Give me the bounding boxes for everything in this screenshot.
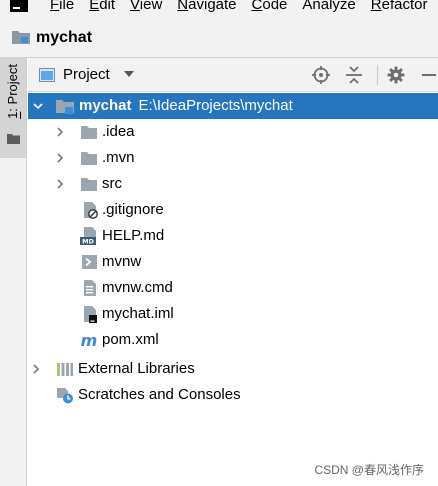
menu-navigate[interactable]: Navigate (177, 0, 236, 14)
svg-text:m: m (81, 331, 98, 349)
svg-text:MD: MD (82, 238, 94, 245)
tree-item-label: External Libraries (78, 360, 195, 377)
chevron-right-icon[interactable] (55, 179, 65, 189)
markdown-file-icon: MD (80, 227, 96, 245)
menu-items: File Edit View Navigate Code Analyze Ref… (50, 0, 438, 14)
tree-item-help-md[interactable]: MD HELP.md (28, 223, 438, 249)
tree-root-name: mychat (79, 97, 132, 114)
folder-icon (81, 126, 97, 139)
tree-item-label: mychat.iml (102, 305, 174, 322)
gear-icon[interactable] (387, 66, 405, 84)
locate-file-icon[interactable] (312, 66, 330, 84)
tree-item-gitignore[interactable]: .gitignore (28, 197, 438, 223)
ignore-file-icon (84, 202, 98, 219)
tree-item-label: .mvn (102, 149, 135, 166)
intellij-logo-icon (10, 0, 28, 12)
tree-item-pom-xml[interactable]: m pom.xml (28, 327, 438, 353)
tree-item-external-libraries[interactable]: External Libraries (28, 356, 438, 382)
tree-item-label: HELP.md (102, 227, 165, 244)
tree-item-label: .gitignore (102, 201, 164, 218)
folder-icon (81, 152, 97, 165)
tree-item-label: mvnw.cmd (102, 279, 173, 296)
chevron-down-icon[interactable] (124, 71, 134, 78)
tree-root-row[interactable]: mychat E:\IdeaProjects\mychat (28, 93, 438, 119)
left-tool-strip: 1: Project (0, 58, 27, 486)
folder-icon (7, 134, 20, 144)
header-separator (377, 65, 378, 85)
tree-item-label: Scratches and Consoles (78, 386, 241, 403)
menu-file[interactable]: File (50, 0, 74, 14)
maven-icon: m (81, 331, 98, 349)
watermark: CSDN @春风浅作序 (314, 463, 424, 477)
project-panel-header: Project (28, 58, 438, 92)
hide-panel-icon[interactable] (420, 66, 438, 84)
chevron-right-icon[interactable] (55, 153, 65, 163)
collapse-all-icon[interactable] (345, 66, 363, 84)
tree-item-mychat-iml[interactable]: mychat.iml (28, 301, 438, 327)
tree-root-path: E:\IdeaProjects\mychat (138, 97, 293, 114)
chevron-down-icon[interactable] (33, 101, 43, 111)
tree-item-mvn[interactable]: .mvn (28, 145, 438, 171)
navigation-bar: mychat (0, 16, 438, 58)
tree-item-idea[interactable]: .idea (28, 119, 438, 145)
project-view-selector[interactable]: Project (63, 66, 110, 84)
menu-code[interactable]: Code (252, 0, 288, 14)
tree-item-label: .idea (102, 123, 135, 140)
menu-refactor[interactable]: Refactor (371, 0, 428, 14)
menu-bar: File Edit View Navigate Code Analyze Ref… (0, 0, 438, 16)
tree-item-label: src (102, 175, 122, 192)
chevron-right-icon[interactable] (31, 364, 41, 374)
project-tool-tab-label: 1: Project (5, 64, 20, 119)
chevron-right-icon[interactable] (55, 127, 65, 137)
project-tool-tab[interactable]: 1: Project (0, 58, 26, 158)
breadcrumb-project[interactable]: mychat (36, 28, 92, 48)
menu-view[interactable]: View (130, 0, 162, 14)
module-folder-icon (56, 100, 74, 114)
module-file-icon (84, 306, 97, 323)
shell-script-icon (82, 255, 97, 269)
tree-item-label: mvnw (102, 253, 142, 270)
tree-item-label: pom.xml (102, 331, 159, 348)
project-folder-icon (12, 31, 30, 44)
menu-edit[interactable]: Edit (89, 0, 115, 14)
scratches-icon (57, 388, 73, 404)
folder-icon (81, 178, 97, 191)
library-icon (57, 363, 73, 376)
text-file-icon (84, 280, 96, 296)
project-view-icon (39, 68, 55, 82)
tree-item-mvnw[interactable]: mvnw (28, 249, 438, 275)
menu-analyze[interactable]: Analyze (302, 0, 355, 14)
project-tree: mychat E:\IdeaProjects\mychat .idea .mvn … (28, 93, 438, 486)
tree-item-mvnw-cmd[interactable]: mvnw.cmd (28, 275, 438, 301)
tree-item-src[interactable]: src (28, 171, 438, 197)
tree-item-scratches[interactable]: Scratches and Consoles (28, 382, 438, 408)
